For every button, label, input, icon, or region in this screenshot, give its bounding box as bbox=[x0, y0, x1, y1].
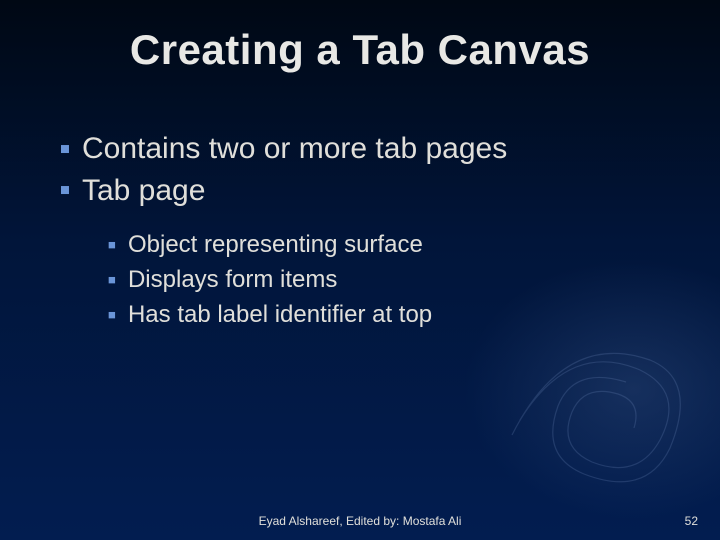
bullet-text: Displays form items bbox=[128, 264, 337, 295]
bullet-text: Has tab label identifier at top bbox=[128, 299, 432, 330]
bullet-level2: ■ Object representing surface bbox=[108, 229, 680, 260]
bullet-marker-icon: ■ bbox=[60, 139, 70, 160]
slide-title: Creating a Tab Canvas bbox=[0, 26, 720, 74]
bullet-marker-icon: ■ bbox=[60, 180, 70, 201]
bullet-level1: ■ Tab page bbox=[60, 172, 680, 210]
bullet-level2: ■ Has tab label identifier at top bbox=[108, 299, 680, 330]
bullet-text: Tab page bbox=[82, 172, 205, 210]
bullet-text: Contains two or more tab pages bbox=[82, 130, 507, 168]
bullet-marker-icon: ■ bbox=[108, 306, 116, 323]
slide: Creating a Tab Canvas ■ Contains two or … bbox=[0, 0, 720, 540]
bullet-level1: ■ Contains two or more tab pages bbox=[60, 130, 680, 168]
bullet-text: Object representing surface bbox=[128, 229, 423, 260]
slide-number: 52 bbox=[685, 514, 698, 528]
footer-credits: Eyad Alshareef, Edited by: Mostafa Ali bbox=[0, 514, 720, 528]
bullet-marker-icon: ■ bbox=[108, 236, 116, 253]
bullet-level2: ■ Displays form items bbox=[108, 264, 680, 295]
bullet-marker-icon: ■ bbox=[108, 271, 116, 288]
sub-bullet-group: ■ Object representing surface ■ Displays… bbox=[60, 229, 680, 331]
slide-body: ■ Contains two or more tab pages ■ Tab p… bbox=[60, 130, 680, 335]
